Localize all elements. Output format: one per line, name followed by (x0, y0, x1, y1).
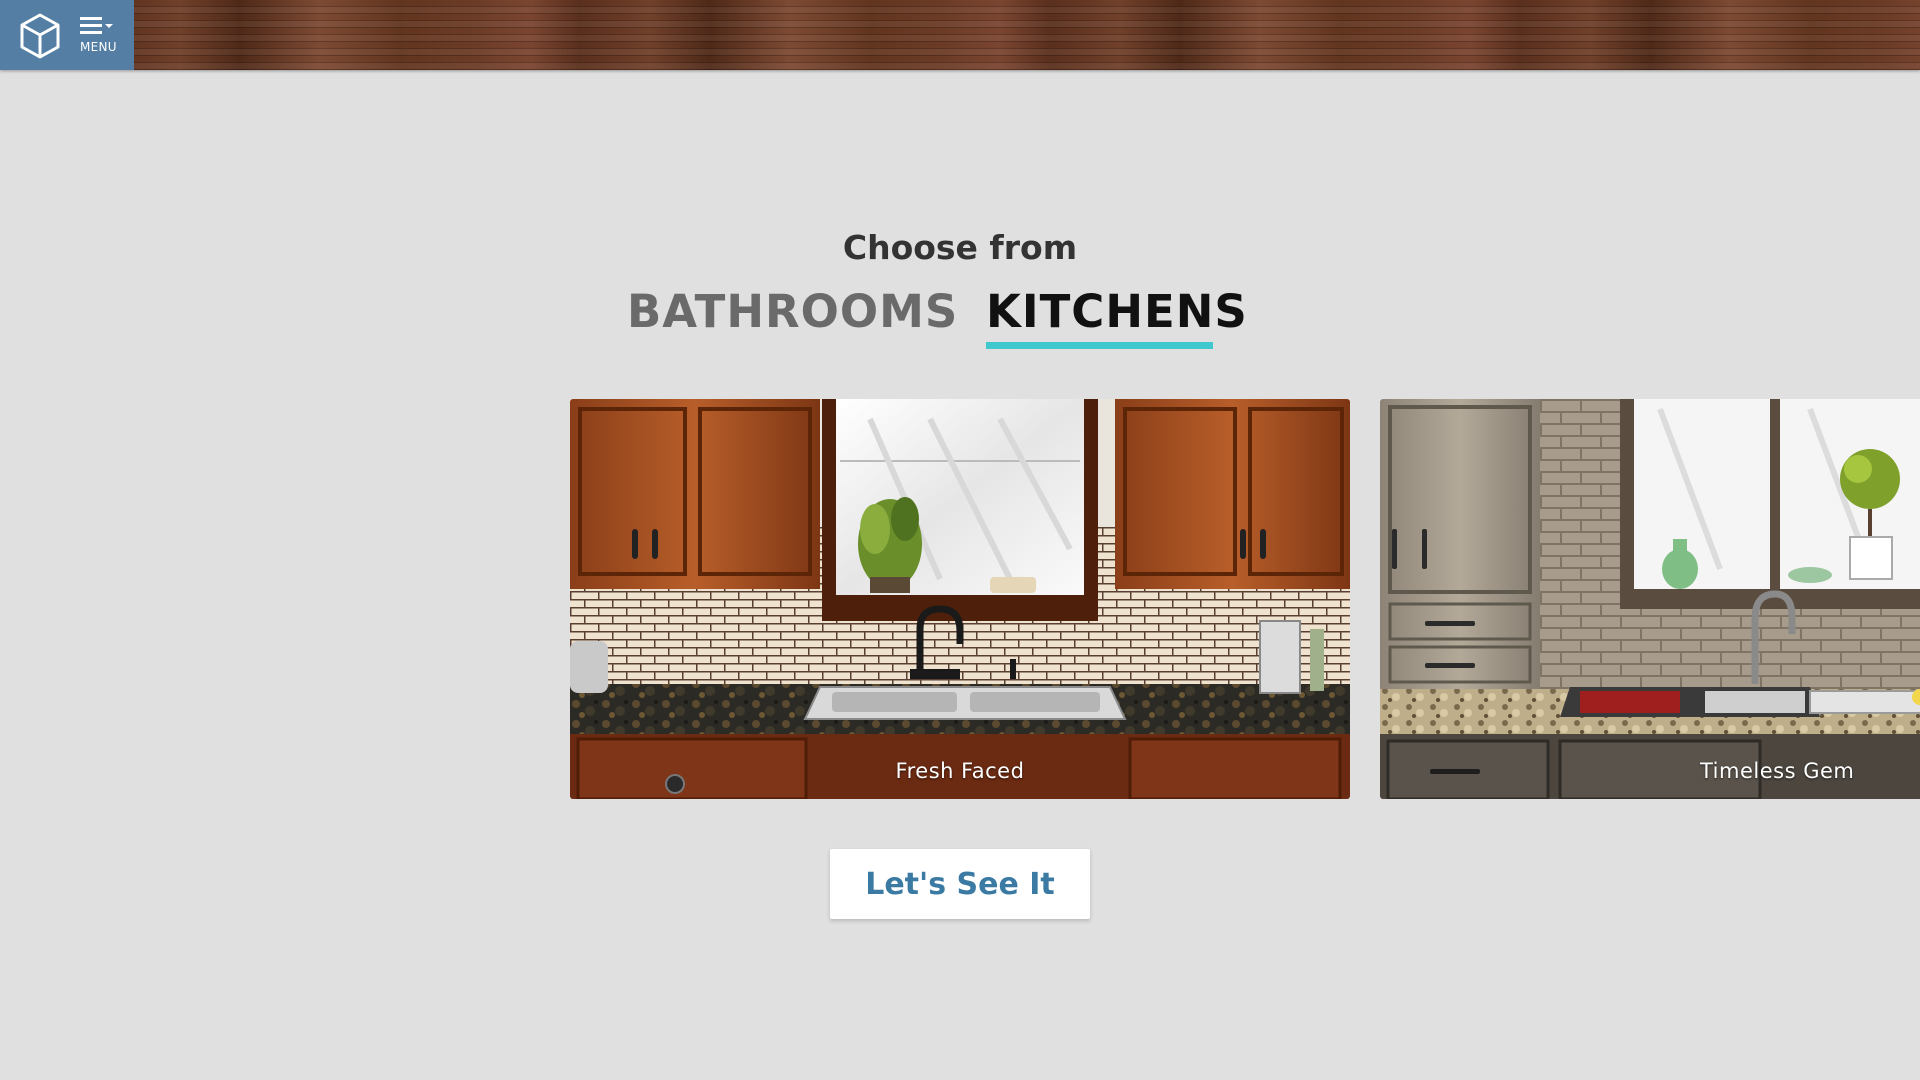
tab-kitchens[interactable]: KITCHENS (986, 285, 1248, 338)
active-tab-indicator (986, 342, 1213, 349)
menu-label: MENU (80, 40, 117, 54)
cube-logo-icon[interactable] (18, 12, 62, 60)
kitchen-illustration-timeless-gem (1380, 399, 1920, 799)
design-card-fresh-faced[interactable]: Fresh Faced (570, 399, 1350, 799)
hamburger-dropdown-icon (80, 17, 113, 34)
card-caption: Fresh Faced (895, 759, 1025, 783)
menu-button[interactable]: MENU (76, 14, 124, 58)
tab-bathrooms[interactable]: BATHROOMS (627, 285, 958, 338)
lets-see-it-button[interactable]: Let's See It (830, 849, 1090, 919)
top-bar (0, 0, 1920, 70)
brand-block: MENU (0, 0, 134, 70)
choose-from-heading: Choose from (842, 228, 1078, 267)
design-card-timeless-gem[interactable]: Timeless Gem (1380, 399, 1920, 799)
card-caption: Timeless Gem (1700, 759, 1855, 783)
kitchen-illustration-fresh-faced (570, 399, 1350, 799)
